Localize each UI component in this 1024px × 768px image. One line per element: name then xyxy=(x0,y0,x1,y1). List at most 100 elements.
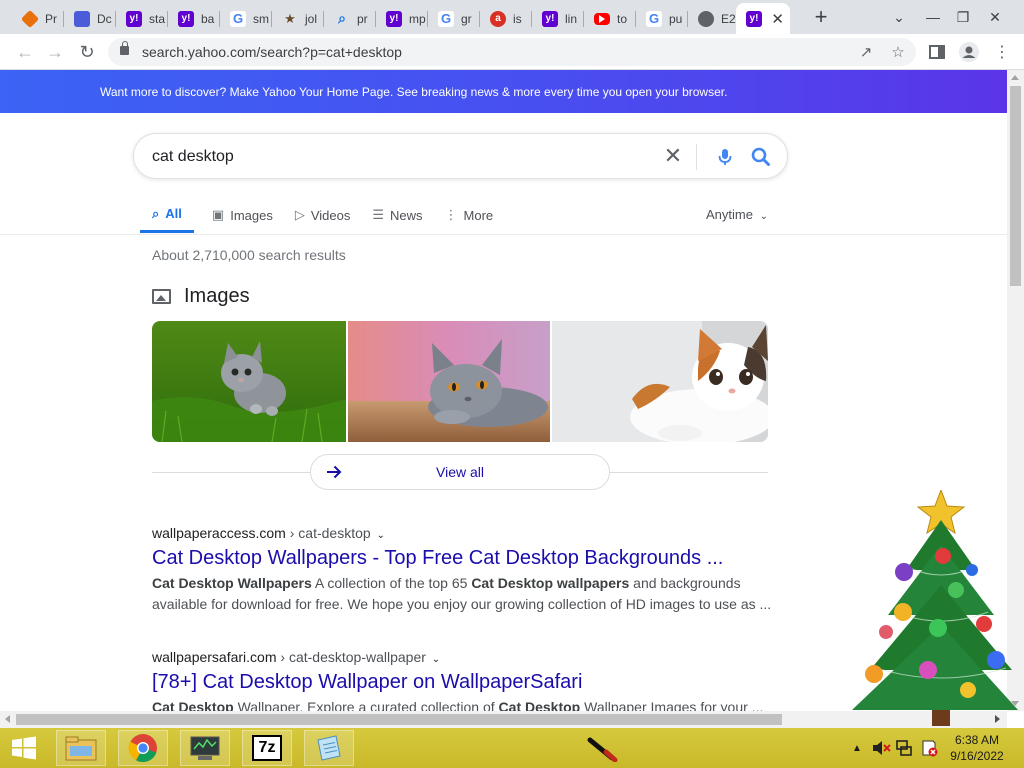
reload-button[interactable]: ↻ xyxy=(74,39,100,65)
tab-title[interactable]: is xyxy=(513,12,522,26)
tab-label[interactable]: All xyxy=(165,206,182,221)
tab-title[interactable]: sm xyxy=(253,12,269,26)
tab-search-button[interactable]: ⌄ xyxy=(884,0,914,34)
vertical-scroll-thumb[interactable] xyxy=(1010,86,1021,286)
images-section-heading[interactable]: Images xyxy=(152,285,250,308)
search-box[interactable]: cat desktop ✕ xyxy=(133,133,788,179)
chevron-down-icon[interactable]: ⌄ xyxy=(377,530,385,541)
side-panel-icon[interactable] xyxy=(924,39,950,65)
tab-label[interactable]: News xyxy=(390,208,423,223)
new-tab-button[interactable]: + xyxy=(808,4,834,30)
result-path[interactable]: › cat-desktop-wallpaper xyxy=(280,649,426,665)
result-title-link[interactable]: [78+] Cat Desktop Wallpaper on Wallpaper… xyxy=(152,671,772,694)
microphone-icon[interactable] xyxy=(714,145,736,169)
browser-tab[interactable]: Ggr xyxy=(428,3,480,34)
chrome-icon[interactable] xyxy=(118,730,168,766)
tab-label[interactable]: More xyxy=(464,208,494,223)
image-thumbnail-grey-cat[interactable] xyxy=(348,321,550,442)
browser-tab[interactable]: y! mp xyxy=(376,3,428,34)
tab-title[interactable]: Dc xyxy=(97,12,112,26)
image-thumbnail-kitten-grass[interactable] xyxy=(152,321,346,442)
tab-title[interactable]: pr xyxy=(357,12,368,26)
result-cite[interactable]: wallpapersafari.com › cat-desktop-wallpa… xyxy=(152,649,772,665)
tab-label[interactable]: Videos xyxy=(311,208,351,223)
bookmark-star-icon[interactable]: ☆ xyxy=(887,41,909,63)
system-monitor-icon[interactable] xyxy=(180,730,230,766)
time-filter-label[interactable]: Anytime xyxy=(706,207,753,222)
search-submit-icon[interactable] xyxy=(748,144,774,170)
share-icon[interactable]: ↗ xyxy=(855,41,877,63)
result-cite[interactable]: wallpaperaccess.com › cat-desktop ⌄ xyxy=(152,525,772,541)
scroll-up-arrow-icon[interactable] xyxy=(1011,75,1019,80)
browser-tab[interactable]: ⌕ pr xyxy=(324,3,376,34)
back-button[interactable]: ← xyxy=(12,39,38,65)
7zip-icon[interactable]: 7z xyxy=(242,730,292,766)
tab-title[interactable]: Pr xyxy=(45,12,57,26)
taskbar-clock[interactable]: 6:38 AM 9/16/2022 xyxy=(946,732,1008,764)
chrome-menu-icon[interactable]: ⋮ xyxy=(989,39,1015,65)
christmas-tree-desktop-ornament[interactable] xyxy=(848,488,1020,728)
tab-videos[interactable]: ▷ Videos xyxy=(295,197,351,233)
result-domain[interactable]: wallpaperaccess.com xyxy=(152,525,286,541)
tab-title[interactable]: gr xyxy=(461,12,472,26)
minimize-button[interactable]: — xyxy=(918,0,948,34)
close-window-button[interactable]: ✕ xyxy=(980,0,1010,34)
tab-title[interactable]: pu xyxy=(669,12,682,26)
browser-tab[interactable]: to xyxy=(584,3,636,34)
restore-button[interactable]: ❐ xyxy=(948,0,978,34)
browser-tab[interactable]: Gsm xyxy=(220,3,272,34)
horizontal-scroll-thumb[interactable] xyxy=(16,714,782,725)
image-thumbnail-calico-cat[interactable] xyxy=(552,321,768,442)
browser-tab[interactable]: Pr xyxy=(12,3,64,34)
file-explorer-icon[interactable] xyxy=(56,730,106,766)
chevron-down-icon[interactable]: ⌄ xyxy=(432,654,440,665)
windows-start-icon[interactable] xyxy=(10,736,38,760)
clear-search-icon[interactable]: ✕ xyxy=(660,143,686,169)
result-title-link[interactable]: Cat Desktop Wallpapers - Top Free Cat De… xyxy=(152,547,772,570)
result-path[interactable]: › cat-desktop xyxy=(290,525,371,541)
tab-title[interactable]: ba xyxy=(201,12,214,26)
profile-avatar-icon[interactable] xyxy=(956,39,982,65)
tab-title[interactable]: to xyxy=(617,12,627,26)
forward-button[interactable]: → xyxy=(42,39,68,65)
result-domain[interactable]: wallpapersafari.com xyxy=(152,649,277,665)
time-filter-dropdown[interactable]: Anytime ⌄ xyxy=(706,207,768,222)
view-all-images-button[interactable]: View all xyxy=(310,454,610,490)
homepage-promo-banner[interactable]: Want more to discover? Make Yahoo Your H… xyxy=(0,70,1007,113)
scroll-left-arrow-icon[interactable] xyxy=(5,715,10,723)
url-text[interactable]: search.yahoo.com/search?p=cat+desktop xyxy=(142,44,402,60)
close-tab-icon[interactable]: ✕ xyxy=(771,10,784,28)
images-heading-text[interactable]: Images xyxy=(184,285,250,308)
tab-images[interactable]: ▣ Images xyxy=(212,197,273,233)
volume-muted-icon[interactable] xyxy=(870,728,892,768)
browser-tab[interactable]: y! ba xyxy=(168,3,220,34)
address-bar[interactable]: search.yahoo.com/search?p=cat+desktop ↗ … xyxy=(108,38,916,66)
chevron-down-icon[interactable]: ⌄ xyxy=(760,211,768,222)
clock-time[interactable]: 6:38 AM xyxy=(946,732,1008,748)
network-icon[interactable] xyxy=(894,728,916,768)
browser-tab[interactable]: y! sta xyxy=(116,3,168,34)
tab-title[interactable]: sta xyxy=(149,12,165,26)
browser-tab[interactable]: y! lin xyxy=(532,3,584,34)
browser-tab[interactable]: a is xyxy=(480,3,532,34)
tab-news[interactable]: ☰ News xyxy=(372,197,422,233)
tab-title[interactable]: mp xyxy=(409,12,426,26)
tab-title[interactable]: jol xyxy=(305,12,317,26)
tab-all[interactable]: ⌕ All xyxy=(140,197,194,233)
view-all-label[interactable]: View all xyxy=(436,464,484,480)
tab-title[interactable]: E2 xyxy=(721,12,736,26)
action-center-icon[interactable] xyxy=(918,728,940,768)
tab-label[interactable]: Images xyxy=(230,208,273,223)
clock-date[interactable]: 9/16/2022 xyxy=(946,748,1008,764)
tab-title[interactable]: lin xyxy=(565,12,577,26)
search-input[interactable]: cat desktop xyxy=(152,148,234,166)
7zip-label[interactable]: 7z xyxy=(252,735,282,761)
lock-icon[interactable] xyxy=(120,41,129,55)
browser-tab[interactable]: E2 xyxy=(688,3,740,34)
tab-more[interactable]: ⋮ More xyxy=(445,197,494,233)
browser-tab[interactable]: Gpu xyxy=(636,3,688,34)
browser-tab[interactable]: ★ jol xyxy=(272,3,324,34)
notepad-icon[interactable] xyxy=(304,730,354,766)
browser-tab[interactable]: y! ✕ xyxy=(736,3,790,34)
show-hidden-icons-chevron-icon[interactable]: ▲ xyxy=(848,728,866,768)
